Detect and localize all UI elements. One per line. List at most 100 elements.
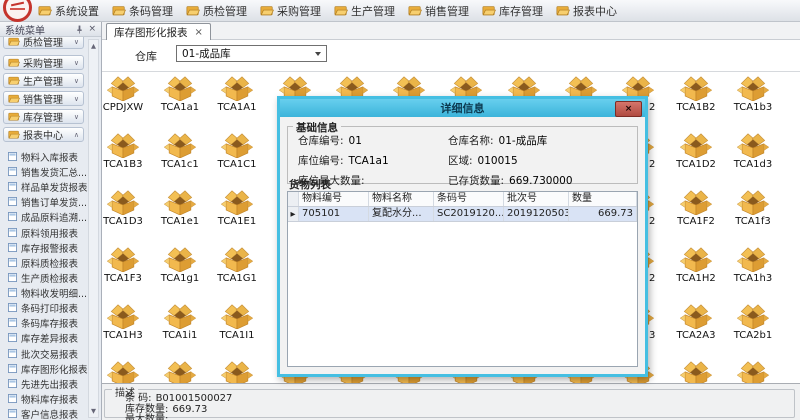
menu-item[interactable]: 采购管理	[260, 3, 321, 19]
menu-item[interactable]: 库存管理	[482, 3, 543, 19]
sidebar-report-item[interactable]: 原料领用报表	[8, 226, 90, 239]
storage-bin[interactable]	[106, 133, 140, 158]
storage-bin[interactable]	[163, 190, 197, 215]
open-box-icon	[106, 76, 140, 101]
sidebar-report-item[interactable]: 原料质检报表	[8, 256, 90, 269]
chevron-icon: ∨	[74, 77, 79, 85]
storage-bin[interactable]	[679, 76, 713, 101]
tab-inventory-graphic-report[interactable]: 库存图形化报表 ×	[106, 23, 211, 40]
sidebar-panel-3[interactable]: 销售管理∨	[3, 91, 84, 106]
storage-bin[interactable]	[163, 361, 197, 383]
sidebar: 系统菜单 × 质检管理∨采购管理∨生产管理∨销售管理∨库存管理∨报表中心∧ 物料…	[0, 22, 102, 420]
storage-bin[interactable]	[106, 190, 140, 215]
folder-icon	[186, 5, 200, 16]
storage-bin[interactable]	[736, 190, 770, 215]
open-box-icon	[106, 133, 140, 158]
storage-bin[interactable]	[220, 304, 254, 329]
storage-bin[interactable]	[106, 304, 140, 329]
sidebar-report-item[interactable]: 销售订单发货...	[8, 195, 90, 208]
sidebar-close-icon[interactable]: ×	[88, 24, 96, 34]
storage-bin[interactable]	[679, 190, 713, 215]
sidebar-report-item[interactable]: 客户信息报表	[8, 407, 90, 420]
storage-bin[interactable]	[106, 247, 140, 272]
storage-bin[interactable]	[220, 133, 254, 158]
goods-table-row[interactable]: ▶705101复配水分...SC2019120...2019120503669.…	[288, 207, 637, 222]
scroll-up-icon[interactable]: ▲	[89, 42, 98, 50]
sidebar-report-item[interactable]: 物料入库报表	[8, 150, 90, 163]
storage-bin[interactable]	[163, 76, 197, 101]
storage-bin[interactable]	[220, 190, 254, 215]
storage-bin[interactable]	[736, 304, 770, 329]
menu-item[interactable]: 报表中心	[556, 3, 617, 19]
menu-item-label: 库存管理	[499, 3, 543, 19]
storage-bin[interactable]	[163, 304, 197, 329]
report-icon	[8, 243, 17, 252]
sidebar-report-item[interactable]: 物料库存报表	[8, 392, 90, 405]
sidebar-report-item[interactable]: 生产质检报表	[8, 271, 90, 284]
dialog-close-button[interactable]: ×	[615, 101, 642, 117]
menu-item[interactable]: 销售管理	[408, 3, 469, 19]
dialog-title: 详细信息	[280, 99, 645, 117]
folder-icon	[38, 5, 52, 16]
storage-bin[interactable]	[679, 247, 713, 272]
storage-bin-label: TCA1f3	[723, 216, 783, 227]
sidebar-report-item[interactable]: 物料收发明细...	[8, 286, 90, 299]
sidebar-report-item[interactable]: 销售发货汇总...	[8, 165, 90, 178]
sidebar-report-item[interactable]: 样品单发货报表	[8, 180, 90, 193]
sidebar-report-label: 原料领用报表	[21, 226, 78, 239]
sidebar-scrollbar[interactable]: ▲ ▼	[88, 39, 99, 418]
storage-bin[interactable]	[736, 361, 770, 383]
storage-bin[interactable]	[106, 361, 140, 383]
storage-bin[interactable]	[736, 76, 770, 101]
open-box-icon	[220, 247, 254, 272]
sidebar-report-label: 库存差异报表	[21, 331, 78, 344]
storage-bin[interactable]	[220, 247, 254, 272]
open-box-icon	[736, 76, 770, 101]
report-icon	[8, 349, 17, 358]
storage-bin[interactable]	[106, 76, 140, 101]
sidebar-panel-4[interactable]: 库存管理∨	[3, 109, 84, 124]
sidebar-report-item[interactable]: 库存图形化报表	[8, 362, 90, 375]
sidebar-report-item[interactable]: 成品原料追溯...	[8, 210, 90, 223]
tab-close-icon[interactable]: ×	[195, 27, 203, 38]
menu-item[interactable]: 条码管理	[112, 3, 173, 19]
storage-bin[interactable]	[163, 133, 197, 158]
storage-bin[interactable]	[679, 361, 713, 383]
open-box-icon	[679, 190, 713, 215]
sidebar-report-item[interactable]: 库存报警报表	[8, 241, 90, 254]
open-box-icon	[736, 133, 770, 158]
open-box-icon	[736, 247, 770, 272]
storage-bin[interactable]	[163, 247, 197, 272]
menu-item-label: 报表中心	[573, 3, 617, 19]
sidebar-panel-5[interactable]: 报表中心∧	[3, 127, 84, 142]
report-icon	[8, 303, 17, 312]
storage-bin[interactable]	[220, 361, 254, 383]
sidebar-report-item[interactable]: 条码库存报表	[8, 316, 90, 329]
report-icon	[8, 333, 17, 342]
sidebar-report-label: 库存图形化报表	[21, 362, 88, 375]
sidebar-report-item[interactable]: 先进先出报表	[8, 377, 90, 390]
sidebar-panel-1[interactable]: 采购管理∨	[3, 55, 84, 70]
open-box-icon	[220, 304, 254, 329]
storage-bin[interactable]	[679, 304, 713, 329]
warehouse-select[interactable]: 01-成品库	[176, 45, 327, 62]
storage-bin-label-partial: 2	[649, 102, 659, 113]
menu-item[interactable]: 系统设置	[38, 3, 99, 19]
sidebar-report-item[interactable]: 批次交易报表	[8, 347, 90, 360]
sidebar-panel-2[interactable]: 生产管理∨	[3, 73, 84, 88]
folder-icon	[8, 112, 20, 121]
storage-bin[interactable]	[736, 133, 770, 158]
menu-item[interactable]: 生产管理	[334, 3, 395, 19]
sidebar-report-item[interactable]: 库存差异报表	[8, 331, 90, 344]
folder-icon	[112, 5, 126, 16]
chevron-icon: ∧	[74, 131, 79, 139]
pin-icon[interactable]	[76, 25, 83, 34]
menu-item[interactable]: 质检管理	[186, 3, 247, 19]
basic-info-field: 区域:010015	[448, 153, 633, 168]
scroll-down-icon[interactable]: ▼	[89, 407, 98, 415]
storage-bin[interactable]	[679, 133, 713, 158]
storage-bin[interactable]	[736, 247, 770, 272]
field-label: 已存货数量:	[448, 175, 504, 187]
sidebar-report-item[interactable]: 条码打印报表	[8, 301, 90, 314]
storage-bin[interactable]	[220, 76, 254, 101]
